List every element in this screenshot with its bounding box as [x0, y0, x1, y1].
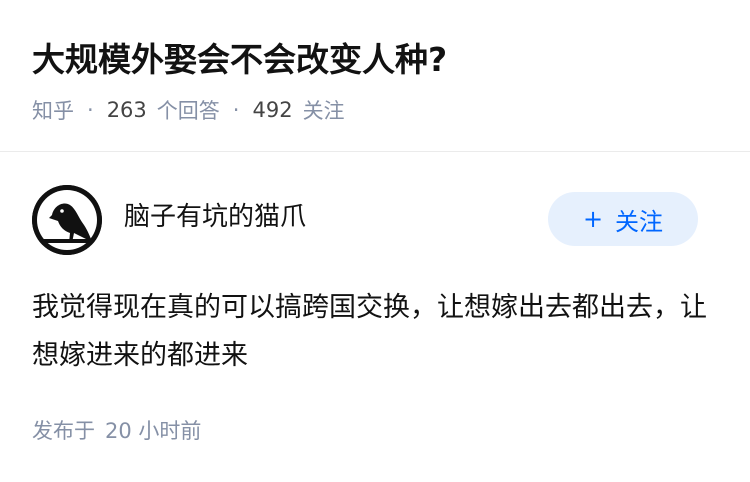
follow-button[interactable]: + 关注 — [548, 192, 698, 246]
crow-icon — [32, 185, 102, 255]
author-row: 脑子有坑的猫爪 + 关注 — [32, 185, 698, 255]
follow-label: 关注 — [615, 207, 664, 236]
plus-icon: + — [582, 205, 604, 233]
question-header[interactable]: 大规模外娶会不会改变人种? 知乎 · 263 个回答 · 492 关注 — [0, 0, 750, 151]
followers-label: 关注 — [302, 99, 345, 123]
header-divider — [0, 151, 750, 152]
author-name[interactable]: 脑子有坑的猫爪 — [124, 199, 306, 235]
publish-time: 发布于 20 小时前 — [32, 416, 201, 446]
publish-time-value: 20 小时前 — [105, 419, 202, 443]
question-meta: 知乎 · 263 个回答 · 492 关注 — [32, 96, 345, 124]
publish-prefix: 发布于 — [32, 419, 95, 443]
meta-separator: · — [87, 98, 94, 122]
avatar[interactable] — [32, 185, 102, 255]
followers-count: 492 — [252, 98, 293, 122]
answer-content[interactable]: 我觉得现在真的可以搞跨国交换，让想嫁出去都出去，让想嫁进来的都进来 — [32, 284, 722, 380]
answers-count: 263 — [106, 98, 147, 122]
source-label: 知乎 — [32, 99, 74, 123]
answers-label: 个回答 — [156, 99, 220, 123]
meta-separator: · — [232, 98, 240, 122]
question-title[interactable]: 大规模外娶会不会改变人种? — [32, 38, 447, 82]
answer-page: 大规模外娶会不会改变人种? 知乎 · 263 个回答 · 492 关注 脑子有坑… — [0, 0, 750, 482]
